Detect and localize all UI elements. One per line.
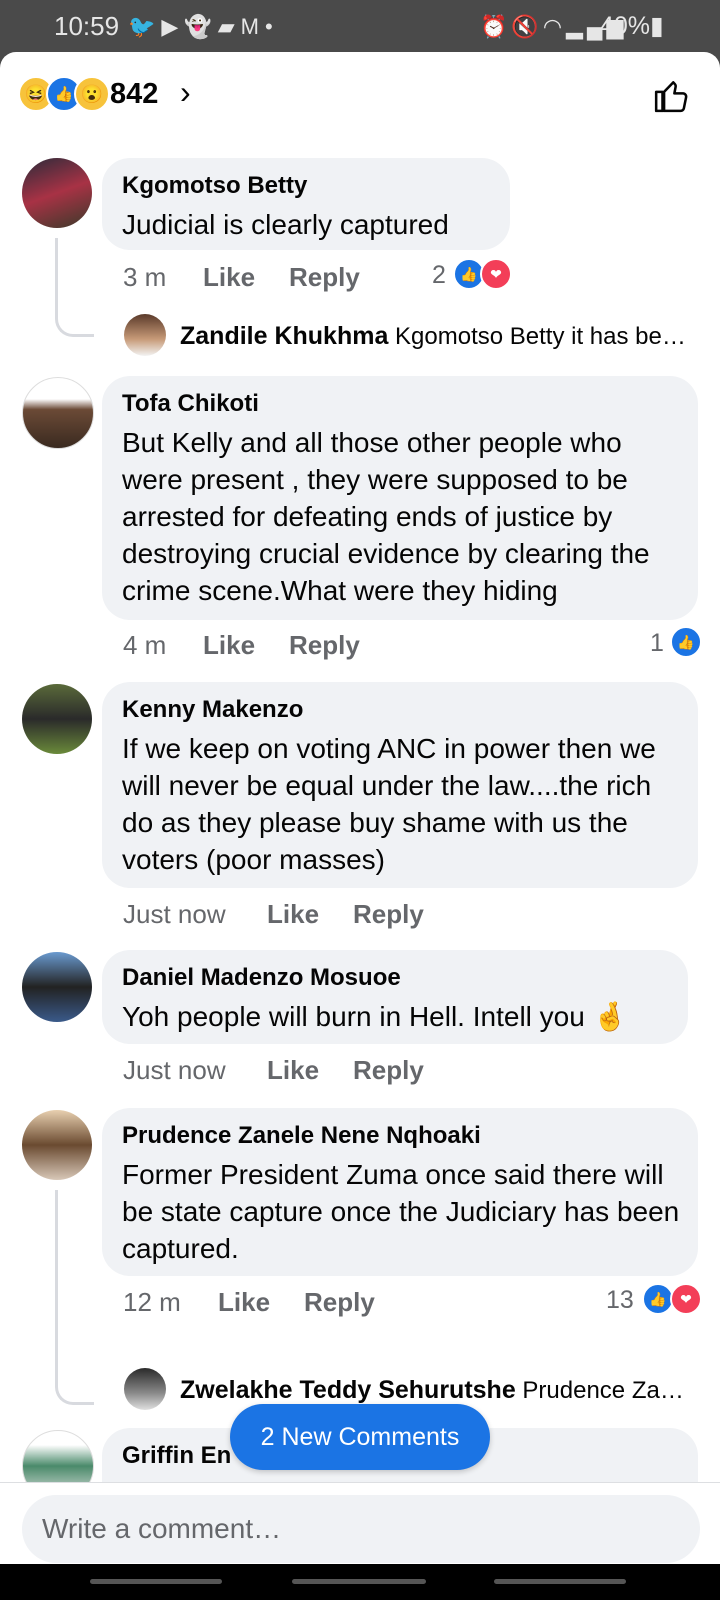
comment-time: Just now — [123, 899, 226, 929]
message-icon: ▰ — [217, 14, 241, 39]
avatar[interactable] — [22, 1110, 92, 1180]
comment-reaction-count[interactable]: 13 — [606, 1286, 634, 1315]
reply-author[interactable]: Zandile Khukhma — [180, 322, 388, 350]
battery-text: 40% — [600, 12, 651, 40]
comment-bubble: Kenny Makenzo If we keep on voting ANC i… — [102, 682, 698, 888]
comment-bubble: Kgomotso Betty Judicial is clearly captu… — [102, 158, 510, 250]
mute-icon: 🔇 — [511, 14, 543, 39]
comment-composer — [0, 1482, 720, 1564]
avatar[interactable] — [22, 952, 92, 1022]
avatar[interactable] — [124, 1368, 166, 1410]
reply-author[interactable]: Zwelakhe Teddy Sehurutshe — [180, 1376, 516, 1404]
wow-reaction-icon: 😮 — [74, 76, 110, 112]
system-nav-bar — [0, 1564, 720, 1600]
reply-button[interactable]: Reply — [289, 630, 360, 661]
wifi-icon: ◠ — [542, 14, 567, 39]
like-button[interactable]: Like — [203, 262, 255, 293]
like-button[interactable]: Like — [218, 1287, 270, 1318]
comment-author[interactable]: Kgomotso Betty — [122, 172, 307, 200]
comment-time: 3 m — [123, 262, 167, 292]
reactions-header[interactable]: 😆 👍 😮 842 › — [0, 52, 720, 134]
like-button[interactable]: Like — [203, 630, 255, 661]
nav-back-button[interactable] — [494, 1579, 626, 1584]
comment-time: Just now — [123, 1055, 226, 1085]
reply-button[interactable]: Reply — [304, 1287, 375, 1318]
battery-level: 40%▮ — [600, 11, 664, 41]
avatar[interactable] — [124, 314, 166, 356]
love-reaction-icon: ❤ — [670, 1283, 702, 1315]
alarm-icon: ⏰ — [480, 14, 512, 39]
comment-reaction-count[interactable]: 2 — [432, 261, 446, 290]
reaction-count[interactable]: 842 — [110, 78, 158, 111]
comment-text: If we keep on voting ANC in power then w… — [122, 733, 656, 875]
reply-button[interactable]: Reply — [353, 1055, 424, 1086]
like-thumb-icon[interactable] — [653, 76, 691, 114]
comment-time: 12 m — [123, 1287, 181, 1317]
twitter-icon: 🐦 — [128, 14, 162, 39]
comment-author[interactable]: Tofa Chikoti — [122, 390, 259, 418]
comment-reaction-count[interactable]: 1 — [650, 629, 664, 658]
like-button[interactable]: Like — [267, 1055, 319, 1086]
comment-bubble: Daniel Madenzo Mosuoe Yoh people will bu… — [102, 950, 688, 1044]
gmail-icon: M — [240, 14, 265, 39]
status-bar: 10:59 🐦▶👻▰M• ⏰🔇◠▂▄▆ 40%▮ — [0, 0, 720, 56]
comment-time: 4 m — [123, 630, 167, 660]
reply-text: Prudence Za… — [522, 1377, 684, 1404]
avatar[interactable] — [22, 158, 92, 228]
reply-button[interactable]: Reply — [289, 262, 360, 293]
like-reaction-icon: 👍 — [670, 626, 702, 658]
comment-text: But Kelly and all those other people who… — [122, 427, 650, 606]
comment-author[interactable]: Prudence Zanele Nene Nqhoaki — [122, 1122, 481, 1150]
comment-text: Former President Zuma once said there wi… — [122, 1159, 680, 1264]
comment-text: Yoh people will burn in Hell. Intell you… — [122, 1001, 628, 1032]
new-comments-button[interactable]: 2 New Comments — [230, 1404, 490, 1470]
comment-bubble: Prudence Zanele Nene Nqhoaki Former Pres… — [102, 1108, 698, 1276]
nav-recents-button[interactable] — [90, 1579, 222, 1584]
comment-author[interactable]: Kenny Makenzo — [122, 696, 303, 724]
chevron-right-icon[interactable]: › — [180, 74, 191, 111]
notification-icons: 🐦▶👻▰M• — [128, 14, 279, 40]
comment-input[interactable] — [22, 1495, 700, 1563]
like-button[interactable]: Like — [267, 899, 319, 930]
youtube-icon: ▶ — [161, 14, 185, 39]
thread-line — [55, 238, 94, 337]
comment-bubble: Tofa Chikoti But Kelly and all those oth… — [102, 376, 698, 620]
nav-home-button[interactable] — [292, 1579, 426, 1584]
thread-line — [55, 1190, 94, 1405]
battery-icon: ▮ — [650, 12, 664, 40]
comment-author[interactable]: Griffin En — [122, 1442, 231, 1470]
avatar[interactable] — [22, 377, 94, 449]
reply-button[interactable]: Reply — [353, 899, 424, 930]
reply-preview[interactable]: Zandile Khukhma Kgomotso Betty it has be… — [180, 322, 686, 351]
status-time: 10:59 — [54, 11, 120, 41]
reply-preview[interactable]: Zwelakhe Teddy Sehurutshe Prudence Za… — [180, 1376, 684, 1405]
avatar[interactable] — [22, 684, 92, 754]
snapchat-icon: 👻 — [184, 14, 218, 39]
dot-icon: • — [264, 14, 279, 39]
reply-text: Kgomotso Betty it has be… — [395, 323, 686, 350]
comments-sheet: 😆 👍 😮 842 › Kgomotso Betty Judicial is c… — [0, 52, 720, 1564]
love-reaction-icon: ❤ — [480, 258, 512, 290]
comment-text: Judicial is clearly captured — [122, 209, 449, 240]
comment-author[interactable]: Daniel Madenzo Mosuoe — [122, 964, 401, 992]
